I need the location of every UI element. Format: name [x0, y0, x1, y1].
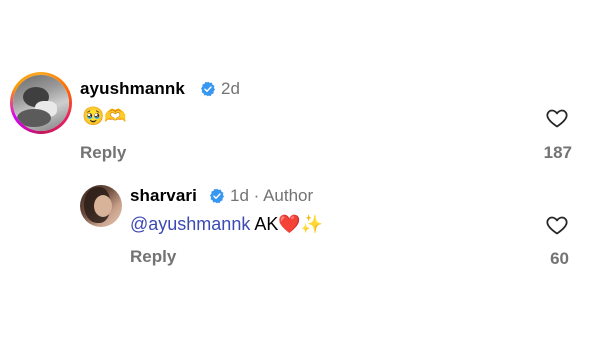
- like-count[interactable]: 60: [509, 249, 569, 269]
- comment-text: 🥹🫶: [82, 106, 127, 126]
- comment-time-author: 1d · Author: [230, 186, 314, 205]
- verified-badge-icon: [210, 188, 224, 204]
- comment-sharvari: sharvari 1d · Author @ayushmannk AK❤️✨ R…: [0, 178, 600, 278]
- like-count[interactable]: 187: [512, 143, 572, 163]
- username[interactable]: ayushmannk: [80, 79, 185, 99]
- reply-button[interactable]: Reply: [130, 247, 176, 267]
- reply-button[interactable]: Reply: [80, 143, 126, 163]
- verified-badge-icon: [201, 81, 215, 97]
- heart-outline-icon[interactable]: [544, 213, 570, 237]
- mention-link[interactable]: @ayushmannk: [130, 214, 250, 234]
- avatar-sharvari[interactable]: [80, 185, 122, 227]
- comment-ayushmannk: ayushmannk 2d 🥹🫶 Reply 187: [0, 66, 600, 176]
- avatar-story-ring[interactable]: [10, 72, 72, 134]
- avatar-ayushmannk[interactable]: [13, 75, 69, 131]
- comment-text-rest: AK❤️✨: [250, 214, 324, 234]
- comment-time: 2d: [221, 79, 240, 98]
- comment-text: @ayushmannk AK❤️✨: [130, 214, 323, 235]
- heart-outline-icon[interactable]: [544, 106, 570, 130]
- username[interactable]: sharvari: [130, 186, 197, 206]
